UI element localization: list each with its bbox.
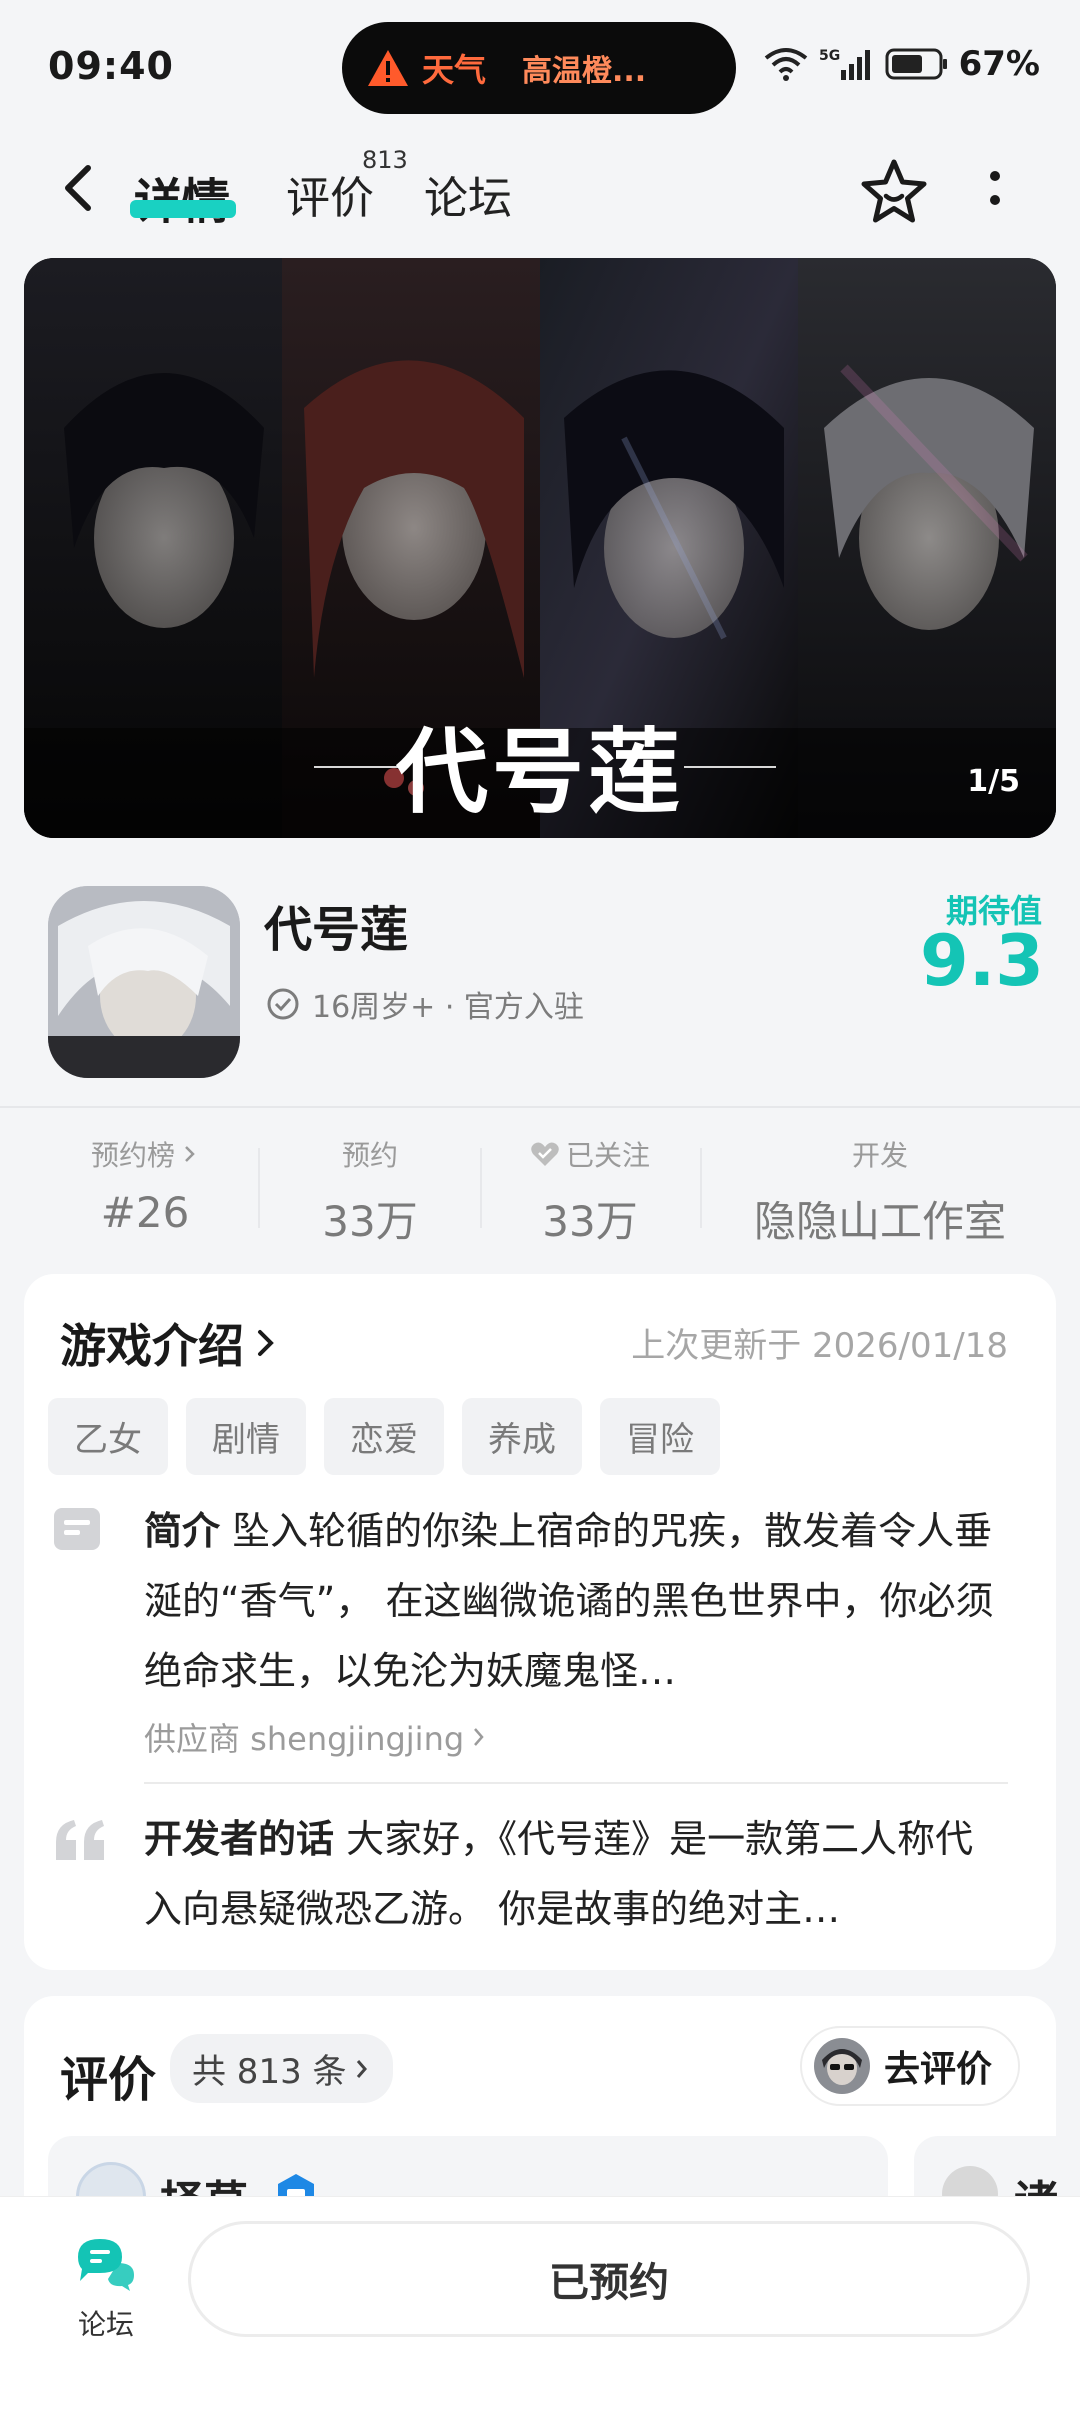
island-text: 高温橙... [522, 54, 647, 89]
summary-body: 坠入轮循的你染上宿命的咒疾，散发着令人垂涎的“香气”， 在这幽微诡谲的黑色世界中… [144, 1509, 994, 1693]
summary-doc-icon [54, 1508, 100, 1550]
banner-title-line-right [684, 766, 776, 768]
write-review-button[interactable]: 去评价 [799, 2026, 1020, 2106]
stat-developer-value: 隐隐山工作室 [753, 1197, 1006, 1246]
quote-icon [56, 1820, 104, 1860]
stat-separator [258, 1148, 260, 1228]
stat-separator [700, 1148, 702, 1228]
tab-detail[interactable]: 详情 [134, 162, 230, 232]
tab-review-count: 813 [362, 146, 408, 174]
reserved-button[interactable]: 已预约 [188, 2221, 1030, 2337]
more-options-icon[interactable] [980, 162, 1010, 222]
age-rating-text: 16周岁+ · 官方入驻 [312, 990, 584, 1025]
back-icon[interactable] [52, 160, 108, 216]
intro-title: 游戏介绍 [60, 1319, 244, 1373]
app-icon [48, 886, 240, 1078]
reviews-count: 共 813 条 [192, 2052, 347, 2092]
dynamic-island-weather-alert[interactable]: 天气 高温橙... [342, 22, 736, 114]
stat-followed-label: 已关注 [565, 1139, 650, 1172]
tag-item[interactable]: 冒险 [600, 1398, 720, 1475]
bottom-action-bar: 论坛 已预约 [0, 2196, 1080, 2412]
stat-reserve-rank[interactable]: 预约榜 #26 [60, 1134, 230, 1237]
chevron-right-icon [356, 2059, 367, 2078]
tag-list: 乙女 剧情 恋爱 养成 冒险 [48, 1398, 720, 1475]
supplier-text: 供应商 shengjingjing [144, 1720, 465, 1758]
stat-reserve-rank-value: #26 [100, 1188, 190, 1237]
tag-item[interactable]: 恋爱 [324, 1398, 444, 1475]
cellular-signal-icon: 5G [819, 48, 870, 80]
stat-followed-value: 33万 [542, 1197, 638, 1246]
chevron-right-icon [185, 1146, 195, 1162]
intro-title-link[interactable]: 游戏介绍 [60, 1310, 278, 1376]
stat-separator [480, 1148, 482, 1228]
banner-title: 代号莲 [395, 718, 684, 826]
game-intro-card: 游戏介绍 上次更新于 2026/01/18 乙女 剧情 恋爱 养成 冒险 简介 … [24, 1274, 1056, 1970]
network-type: 5G [819, 48, 840, 64]
reviews-title: 评价 [60, 2052, 157, 2108]
banner-page-counter: 1/5 [967, 764, 1020, 799]
tag-item[interactable]: 乙女 [48, 1398, 168, 1475]
favorite-star-icon[interactable] [858, 156, 930, 228]
expect-score: 9.3 [919, 920, 1044, 1002]
age-rating-row: 16周岁+ · 官方入驻 [266, 982, 584, 1026]
summary-text[interactable]: 简介 坠入轮循的你染上宿命的咒疾，散发着令人垂涎的“香气”， 在这幽微诡谲的黑色… [144, 1496, 1004, 1706]
summary-label: 简介 [144, 1509, 221, 1553]
tab-review[interactable]: 评价 [286, 162, 374, 226]
tag-item[interactable]: 养成 [462, 1398, 582, 1475]
warning-icon [368, 50, 408, 86]
avatar [813, 2038, 870, 2094]
forum-label: 论坛 [77, 2308, 134, 2341]
supplier-link[interactable]: 供应商 shengjingjing [144, 1714, 488, 1760]
tab-forum[interactable]: 论坛 [424, 162, 512, 226]
battery-percent: 67% [958, 44, 1040, 84]
stat-followed[interactable]: 已关注 33万 [510, 1134, 670, 1249]
chevron-right-icon [474, 1728, 484, 1746]
stat-reserve-rank-label: 预约榜 [90, 1139, 175, 1172]
heart-check-icon [531, 1142, 559, 1166]
intro-updated-date: 上次更新于 2026/01/18 [631, 1326, 1008, 1366]
divider [144, 1782, 1008, 1784]
stat-reservations-label: 预约 [341, 1139, 398, 1172]
status-bar: 09:40 天气 高温橙... 5G 67% [0, 0, 1080, 130]
divider [0, 1106, 1080, 1108]
battery-icon [885, 48, 947, 80]
forum-chat-icon [78, 2239, 134, 2291]
developer-words[interactable]: 开发者的话 大家好，《代号莲》是一款第二人称代入向悬疑微恐乙游。 你是故事的绝对… [144, 1804, 1004, 1944]
stat-reservations: 预约 33万 [290, 1134, 450, 1249]
stat-reservations-value: 33万 [322, 1197, 418, 1246]
reviews-count-link[interactable]: 共 813 条 [170, 2034, 393, 2103]
active-tab-indicator [130, 200, 236, 218]
verified-check-icon [267, 988, 299, 1020]
island-label: 天气 [422, 51, 487, 89]
write-review-label: 去评价 [883, 2049, 992, 2090]
developer-words-label: 开发者的话 [144, 1817, 335, 1861]
chevron-right-icon [258, 1330, 274, 1356]
game-name: 代号莲 [264, 902, 409, 958]
stat-developer-label: 开发 [851, 1139, 908, 1172]
status-right: 5G 67% [763, 44, 1040, 84]
banner-carousel[interactable]: 代号莲 1/5 [24, 258, 1056, 838]
game-detail-page: 09:40 天气 高温橙... 5G 67% 评价 813 论坛 代号莲 1/5… [0, 0, 1080, 2412]
wifi-icon [764, 48, 807, 81]
stat-developer[interactable]: 开发 隐隐山工作室 [720, 1134, 1040, 1249]
forum-button[interactable]: 论坛 [66, 2233, 146, 2343]
status-time: 09:40 [48, 44, 174, 88]
tag-item[interactable]: 剧情 [186, 1398, 306, 1475]
top-nav: 详情 评价 813 论坛 [0, 140, 1080, 240]
